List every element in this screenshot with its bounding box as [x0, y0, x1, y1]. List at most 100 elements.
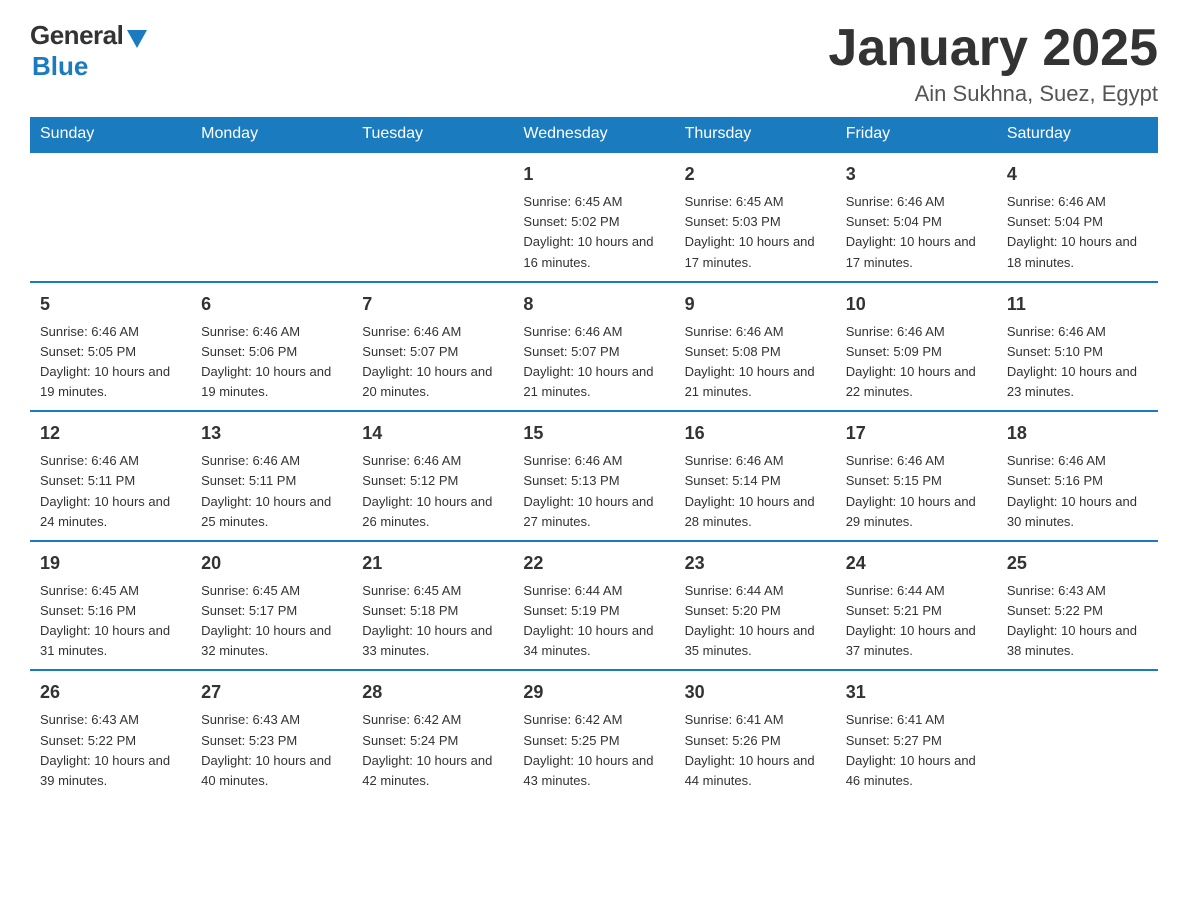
- day-number: 10: [846, 291, 987, 318]
- calendar-cell: 21Sunrise: 6:45 AM Sunset: 5:18 PM Dayli…: [352, 541, 513, 671]
- calendar-cell: 5 Sunrise: 6:46 AM Sunset: 5:05 PM Daylig…: [30, 282, 191, 412]
- weekday-header-friday: Friday: [836, 117, 997, 152]
- calendar-cell: 31 Sunrise: 6:41 AM Sunset: 5:27 PM Dayli…: [836, 670, 997, 799]
- day-info: Sunrise: 6:46 AM Sunset: 5:10 PM Dayligh…: [1007, 322, 1148, 403]
- day-info: Sunrise: 6:43 AM Sunset: 5:22 PM Dayligh…: [1007, 581, 1148, 662]
- week-row-5: 26Sunrise: 6:43 AM Sunset: 5:22 PM Dayli…: [30, 670, 1158, 799]
- logo-triangle-icon: [127, 30, 147, 48]
- calendar-cell: 13Sunrise: 6:46 AM Sunset: 5:11 PM Dayli…: [191, 411, 352, 541]
- calendar-cell: 19Sunrise: 6:45 AM Sunset: 5:16 PM Dayli…: [30, 541, 191, 671]
- month-title: January 2025: [828, 20, 1158, 77]
- day-info: Sunrise: 6:41 AM Sunset: 5:26 PM Dayligh…: [685, 710, 826, 791]
- calendar-cell: 11 Sunrise: 6:46 AM Sunset: 5:10 PM Dayli…: [997, 282, 1158, 412]
- day-info: Sunrise: 6:42 AM Sunset: 5:24 PM Dayligh…: [362, 710, 503, 791]
- calendar-cell: 12Sunrise: 6:46 AM Sunset: 5:11 PM Dayli…: [30, 411, 191, 541]
- day-number: 20: [201, 550, 342, 577]
- day-number: 25: [1007, 550, 1148, 577]
- week-row-2: 5 Sunrise: 6:46 AM Sunset: 5:05 PM Daylig…: [30, 282, 1158, 412]
- day-number: 6: [201, 291, 342, 318]
- day-info: Sunrise: 6:45 AM Sunset: 5:16 PM Dayligh…: [40, 581, 181, 662]
- day-info: Sunrise: 6:46 AM Sunset: 5:07 PM Dayligh…: [523, 322, 664, 403]
- weekday-header-sunday: Sunday: [30, 117, 191, 152]
- day-number: 17: [846, 420, 987, 447]
- day-number: 1: [523, 161, 664, 188]
- day-info: Sunrise: 6:42 AM Sunset: 5:25 PM Dayligh…: [523, 710, 664, 791]
- calendar-cell: 6 Sunrise: 6:46 AM Sunset: 5:06 PM Daylig…: [191, 282, 352, 412]
- title-area: January 2025 Ain Sukhna, Suez, Egypt: [828, 20, 1158, 107]
- day-info: Sunrise: 6:44 AM Sunset: 5:19 PM Dayligh…: [523, 581, 664, 662]
- day-info: Sunrise: 6:46 AM Sunset: 5:04 PM Dayligh…: [1007, 192, 1148, 273]
- day-info: Sunrise: 6:46 AM Sunset: 5:08 PM Dayligh…: [685, 322, 826, 403]
- week-row-1: 1 Sunrise: 6:45 AM Sunset: 5:02 PM Daylig…: [30, 152, 1158, 282]
- day-info: Sunrise: 6:46 AM Sunset: 5:14 PM Dayligh…: [685, 451, 826, 532]
- day-number: 23: [685, 550, 826, 577]
- day-number: 15: [523, 420, 664, 447]
- day-info: Sunrise: 6:46 AM Sunset: 5:15 PM Dayligh…: [846, 451, 987, 532]
- day-number: 2: [685, 161, 826, 188]
- day-number: 26: [40, 679, 181, 706]
- day-number: 14: [362, 420, 503, 447]
- day-info: Sunrise: 6:44 AM Sunset: 5:21 PM Dayligh…: [846, 581, 987, 662]
- calendar-cell: 29Sunrise: 6:42 AM Sunset: 5:25 PM Dayli…: [513, 670, 674, 799]
- logo: General Blue: [30, 20, 147, 82]
- day-number: 16: [685, 420, 826, 447]
- day-number: 22: [523, 550, 664, 577]
- weekday-header-thursday: Thursday: [675, 117, 836, 152]
- weekday-header-saturday: Saturday: [997, 117, 1158, 152]
- day-number: 5: [40, 291, 181, 318]
- day-info: Sunrise: 6:46 AM Sunset: 5:12 PM Dayligh…: [362, 451, 503, 532]
- weekday-header-monday: Monday: [191, 117, 352, 152]
- day-info: Sunrise: 6:46 AM Sunset: 5:13 PM Dayligh…: [523, 451, 664, 532]
- day-number: 12: [40, 420, 181, 447]
- day-number: 4: [1007, 161, 1148, 188]
- week-row-4: 19Sunrise: 6:45 AM Sunset: 5:16 PM Dayli…: [30, 541, 1158, 671]
- calendar-cell: [997, 670, 1158, 799]
- weekday-header-row: SundayMondayTuesdayWednesdayThursdayFrid…: [30, 117, 1158, 152]
- calendar-cell: [352, 152, 513, 282]
- day-number: 8: [523, 291, 664, 318]
- calendar-cell: 28 Sunrise: 6:42 AM Sunset: 5:24 PM Dayli…: [352, 670, 513, 799]
- day-info: Sunrise: 6:46 AM Sunset: 5:06 PM Dayligh…: [201, 322, 342, 403]
- calendar-cell: 3 Sunrise: 6:46 AM Sunset: 5:04 PM Daylig…: [836, 152, 997, 282]
- day-info: Sunrise: 6:41 AM Sunset: 5:27 PM Dayligh…: [846, 710, 987, 791]
- calendar-cell: 9 Sunrise: 6:46 AM Sunset: 5:08 PM Daylig…: [675, 282, 836, 412]
- day-info: Sunrise: 6:44 AM Sunset: 5:20 PM Dayligh…: [685, 581, 826, 662]
- day-number: 13: [201, 420, 342, 447]
- day-info: Sunrise: 6:46 AM Sunset: 5:04 PM Dayligh…: [846, 192, 987, 273]
- week-row-3: 12Sunrise: 6:46 AM Sunset: 5:11 PM Dayli…: [30, 411, 1158, 541]
- calendar-cell: 27Sunrise: 6:43 AM Sunset: 5:23 PM Dayli…: [191, 670, 352, 799]
- calendar-cell: 15 Sunrise: 6:46 AM Sunset: 5:13 PM Dayli…: [513, 411, 674, 541]
- day-number: 7: [362, 291, 503, 318]
- day-number: 24: [846, 550, 987, 577]
- calendar-cell: 30 Sunrise: 6:41 AM Sunset: 5:26 PM Dayli…: [675, 670, 836, 799]
- day-number: 9: [685, 291, 826, 318]
- day-info: Sunrise: 6:46 AM Sunset: 5:16 PM Dayligh…: [1007, 451, 1148, 532]
- day-number: 28: [362, 679, 503, 706]
- calendar-cell: 10Sunrise: 6:46 AM Sunset: 5:09 PM Dayli…: [836, 282, 997, 412]
- day-number: 3: [846, 161, 987, 188]
- day-info: Sunrise: 6:46 AM Sunset: 5:07 PM Dayligh…: [362, 322, 503, 403]
- header: General Blue January 2025 Ain Sukhna, Su…: [30, 20, 1158, 107]
- day-number: 30: [685, 679, 826, 706]
- logo-blue-text: Blue: [32, 51, 88, 82]
- weekday-header-wednesday: Wednesday: [513, 117, 674, 152]
- day-info: Sunrise: 6:46 AM Sunset: 5:05 PM Dayligh…: [40, 322, 181, 403]
- day-info: Sunrise: 6:45 AM Sunset: 5:17 PM Dayligh…: [201, 581, 342, 662]
- day-info: Sunrise: 6:45 AM Sunset: 5:02 PM Dayligh…: [523, 192, 664, 273]
- calendar-cell: 23 Sunrise: 6:44 AM Sunset: 5:20 PM Dayli…: [675, 541, 836, 671]
- calendar-cell: 24 Sunrise: 6:44 AM Sunset: 5:21 PM Dayli…: [836, 541, 997, 671]
- day-info: Sunrise: 6:45 AM Sunset: 5:03 PM Dayligh…: [685, 192, 826, 273]
- day-info: Sunrise: 6:45 AM Sunset: 5:18 PM Dayligh…: [362, 581, 503, 662]
- calendar-cell: 14 Sunrise: 6:46 AM Sunset: 5:12 PM Dayli…: [352, 411, 513, 541]
- calendar-cell: [191, 152, 352, 282]
- calendar-cell: 8 Sunrise: 6:46 AM Sunset: 5:07 PM Daylig…: [513, 282, 674, 412]
- day-info: Sunrise: 6:43 AM Sunset: 5:23 PM Dayligh…: [201, 710, 342, 791]
- location-title: Ain Sukhna, Suez, Egypt: [828, 81, 1158, 107]
- day-number: 31: [846, 679, 987, 706]
- calendar-cell: 25 Sunrise: 6:43 AM Sunset: 5:22 PM Dayli…: [997, 541, 1158, 671]
- calendar-cell: [30, 152, 191, 282]
- calendar-cell: 18Sunrise: 6:46 AM Sunset: 5:16 PM Dayli…: [997, 411, 1158, 541]
- day-number: 11: [1007, 291, 1148, 318]
- calendar-cell: 22 Sunrise: 6:44 AM Sunset: 5:19 PM Dayli…: [513, 541, 674, 671]
- calendar-cell: 7 Sunrise: 6:46 AM Sunset: 5:07 PM Daylig…: [352, 282, 513, 412]
